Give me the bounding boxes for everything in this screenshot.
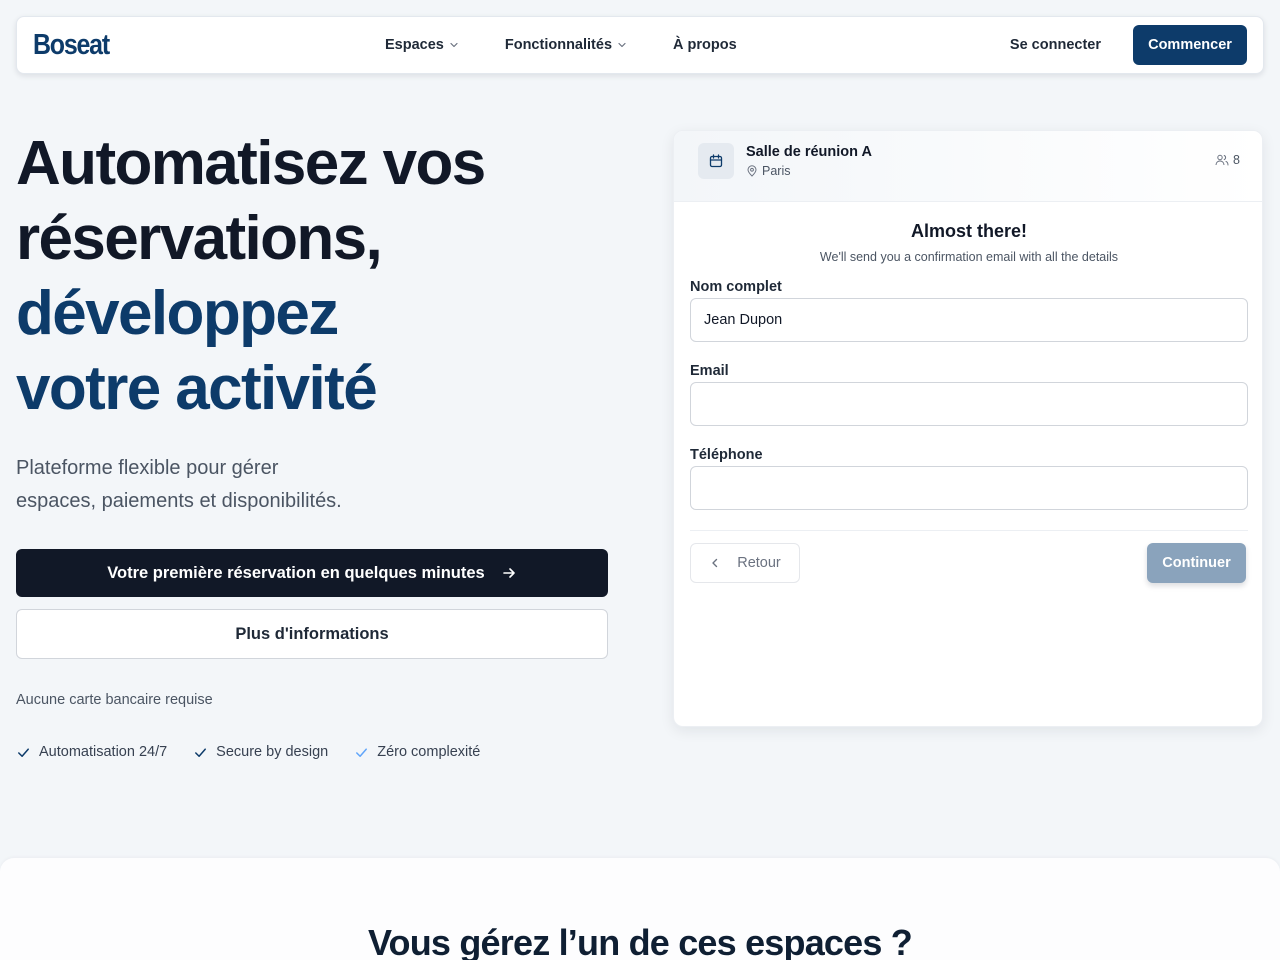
check-icon bbox=[356, 747, 368, 757]
hero-title-accent-line: développez bbox=[16, 279, 339, 348]
nav-item-label: Fonctionnalités bbox=[504, 37, 613, 53]
nav-actions: Se connecter Commencer bbox=[1010, 25, 1247, 65]
nav-item-a-propos[interactable]: À propos bbox=[673, 37, 737, 53]
top-navbar: Boseat Espaces Fonctionnalités À propos … bbox=[16, 16, 1264, 74]
form-divider bbox=[690, 530, 1248, 531]
feature-label: Automatisation 24/7 bbox=[39, 744, 168, 760]
room-icon-box bbox=[698, 143, 734, 179]
booking-title: Almost there! bbox=[910, 221, 1027, 241]
chevron-down-icon bbox=[450, 42, 458, 48]
feature-item: Secure by design bbox=[193, 744, 328, 760]
full-name-input[interactable] bbox=[690, 298, 1248, 342]
first-booking-button[interactable]: Votre première réservation en quelques m… bbox=[16, 549, 608, 597]
feature-label: Secure by design bbox=[216, 744, 329, 760]
booking-subtitle: We'll send you a confirmation email with… bbox=[819, 250, 1119, 264]
arrow-right-icon bbox=[502, 568, 515, 578]
nav-item-label: Espaces bbox=[385, 37, 444, 53]
nav-item-espaces[interactable]: Espaces bbox=[385, 37, 459, 53]
hero-title-line: Automatisez vos bbox=[16, 129, 486, 198]
feature-label: Zéro complexité bbox=[377, 744, 481, 760]
chevron-down-icon bbox=[618, 42, 626, 48]
room-location: Paris bbox=[746, 164, 790, 178]
feature-item: Automatisation 24/7 bbox=[16, 744, 167, 760]
users-icon bbox=[1215, 154, 1229, 166]
room-header: Salle de réunion A Paris 8 bbox=[674, 131, 1262, 202]
nav-item-label: À propos bbox=[673, 37, 737, 53]
check-icon bbox=[195, 747, 207, 757]
check-icon bbox=[18, 747, 29, 757]
hero-subtitle-line: espaces, paiements et disponibilités. bbox=[16, 490, 342, 512]
hero-title-line: réservations, bbox=[16, 204, 383, 273]
hero-subtitle: Plateforme flexible pour gérer espaces, … bbox=[16, 452, 396, 518]
hero-subtitle-line: Plateforme flexible pour gérer bbox=[16, 457, 279, 479]
get-started-button[interactable]: Commencer bbox=[1133, 25, 1247, 65]
hero-title-accent-line: votre activité bbox=[16, 354, 378, 423]
phone-label: Téléphone bbox=[690, 447, 763, 463]
room-capacity: 8 bbox=[1215, 153, 1240, 167]
feature-list: Automatisation 24/7 Secure by design Zér… bbox=[16, 744, 480, 760]
no-credit-card-note: Aucune carte bancaire requise bbox=[16, 692, 213, 708]
brand-logo[interactable]: Boseat bbox=[33, 29, 110, 62]
spaces-section: Vous gérez l’un de ces espaces ? bbox=[0, 858, 1280, 960]
phone-input[interactable] bbox=[690, 466, 1248, 510]
main-nav: Espaces Fonctionnalités À propos bbox=[385, 17, 783, 73]
name-label: Nom complet bbox=[690, 279, 782, 295]
map-pin-icon bbox=[747, 165, 757, 177]
email-label: Email bbox=[690, 363, 729, 379]
room-name: Salle de réunion A bbox=[746, 144, 872, 160]
spaces-section-title: Vous gérez l’un de ces espaces ? bbox=[368, 922, 913, 960]
back-button[interactable]: Retour bbox=[690, 543, 800, 583]
first-booking-label: Votre première réservation en quelques m… bbox=[107, 563, 485, 582]
more-info-button[interactable]: Plus d'informations bbox=[16, 609, 608, 659]
continue-button[interactable]: Continuer bbox=[1147, 543, 1246, 583]
room-capacity-value: 8 bbox=[1233, 153, 1240, 167]
login-link[interactable]: Se connecter bbox=[1010, 37, 1101, 53]
email-input[interactable] bbox=[690, 382, 1248, 426]
booking-widget: Salle de réunion A Paris 8 Almost there!… bbox=[673, 130, 1263, 727]
feature-item: Zéro complexité bbox=[354, 744, 480, 760]
back-button-label: Retour bbox=[737, 555, 781, 571]
chevron-left-icon bbox=[712, 558, 718, 568]
calendar-icon bbox=[709, 154, 723, 168]
room-location-label: Paris bbox=[762, 164, 791, 178]
hero-title: Automatisez vos réservations, développez… bbox=[16, 126, 636, 426]
nav-item-fonctionnalites[interactable]: Fonctionnalités bbox=[505, 37, 627, 53]
